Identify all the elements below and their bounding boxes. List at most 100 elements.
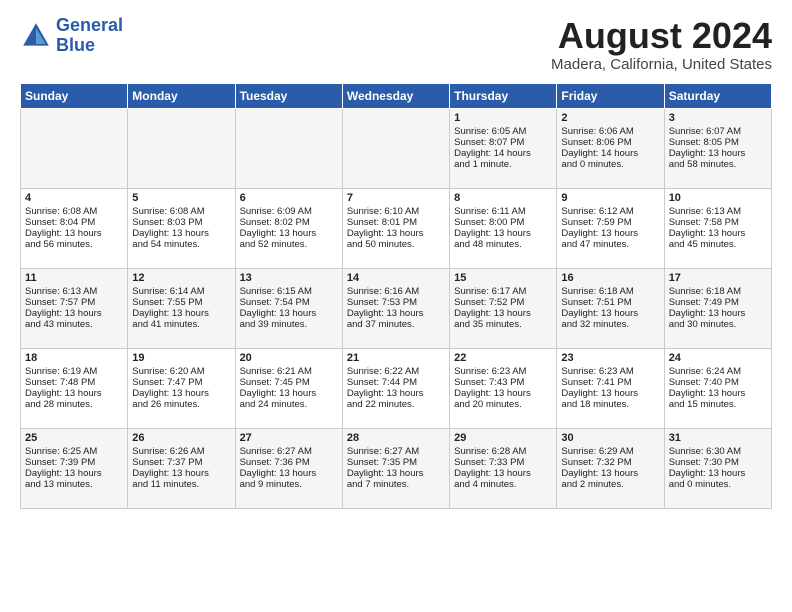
day-info: Sunset: 8:06 PM bbox=[561, 137, 659, 148]
day-info: Daylight: 13 hours bbox=[347, 388, 445, 399]
day-info: Sunrise: 6:26 AM bbox=[132, 446, 230, 457]
day-number: 15 bbox=[454, 272, 552, 284]
day-info: Daylight: 13 hours bbox=[669, 388, 767, 399]
day-info: Daylight: 13 hours bbox=[132, 468, 230, 479]
day-info: Sunset: 8:02 PM bbox=[240, 217, 338, 228]
day-cell: 24Sunrise: 6:24 AMSunset: 7:40 PMDayligh… bbox=[664, 348, 771, 428]
day-info: Sunset: 7:53 PM bbox=[347, 297, 445, 308]
day-info: Sunrise: 6:09 AM bbox=[240, 206, 338, 217]
day-cell: 6Sunrise: 6:09 AMSunset: 8:02 PMDaylight… bbox=[235, 188, 342, 268]
day-info: Sunset: 7:58 PM bbox=[669, 217, 767, 228]
day-cell: 2Sunrise: 6:06 AMSunset: 8:06 PMDaylight… bbox=[557, 108, 664, 188]
day-number: 2 bbox=[561, 112, 659, 124]
day-info: and 52 minutes. bbox=[240, 239, 338, 250]
day-cell: 7 Sunrise: 6:10 AMSunset: 8:01 PMDaylight… bbox=[342, 188, 449, 268]
day-number: 30 bbox=[561, 432, 659, 444]
day-info: Sunrise: 6:25 AM bbox=[25, 446, 123, 457]
day-info: and 39 minutes. bbox=[240, 319, 338, 330]
day-info: Sunrise: 6:08 AM bbox=[25, 206, 123, 217]
sub-title: Madera, California, United States bbox=[551, 56, 772, 73]
col-header-friday: Friday bbox=[557, 83, 664, 108]
day-info: Daylight: 13 hours bbox=[454, 468, 552, 479]
day-info: Sunrise: 6:06 AM bbox=[561, 126, 659, 137]
day-info: Sunset: 7:30 PM bbox=[669, 457, 767, 468]
day-info: Daylight: 13 hours bbox=[454, 308, 552, 319]
day-info: Sunset: 7:49 PM bbox=[669, 297, 767, 308]
day-info: Sunrise: 6:23 AM bbox=[561, 366, 659, 377]
day-info: Daylight: 13 hours bbox=[561, 388, 659, 399]
week-row-1: 4Sunrise: 6:08 AMSunset: 8:04 PMDaylight… bbox=[21, 188, 772, 268]
day-info: Daylight: 13 hours bbox=[25, 468, 123, 479]
day-info: Daylight: 13 hours bbox=[347, 228, 445, 239]
day-info: Daylight: 13 hours bbox=[669, 468, 767, 479]
logo-icon bbox=[20, 20, 52, 52]
day-info: Daylight: 13 hours bbox=[669, 308, 767, 319]
day-info: Sunrise: 6:20 AM bbox=[132, 366, 230, 377]
day-number: 7 bbox=[347, 192, 445, 204]
day-number: 1 bbox=[454, 112, 552, 124]
day-number: 3 bbox=[669, 112, 767, 124]
day-cell: 4 Sunrise: 6:08 AMSunset: 8:04 PMDaylight… bbox=[21, 188, 128, 268]
day-info: Sunrise: 6:12 AM bbox=[561, 206, 659, 217]
day-info: Sunrise: 6:10 AM bbox=[347, 206, 445, 217]
day-info: Daylight: 13 hours bbox=[240, 468, 338, 479]
day-cell: 31Sunrise: 6:30 AMSunset: 7:30 PMDayligh… bbox=[664, 428, 771, 508]
header: General Blue August 2024 Madera, Califor… bbox=[20, 16, 772, 73]
day-cell: 17Sunrise: 6:18 AMSunset: 7:49 PMDayligh… bbox=[664, 268, 771, 348]
day-info: and 41 minutes. bbox=[132, 319, 230, 330]
day-info: and 37 minutes. bbox=[347, 319, 445, 330]
day-cell: 16Sunrise: 6:18 AMSunset: 7:51 PMDayligh… bbox=[557, 268, 664, 348]
day-info: and 18 minutes. bbox=[561, 399, 659, 410]
day-info: Sunrise: 6:16 AM bbox=[347, 286, 445, 297]
day-cell: 23Sunrise: 6:23 AMSunset: 7:41 PMDayligh… bbox=[557, 348, 664, 428]
day-info: Sunrise: 6:11 AM bbox=[454, 206, 552, 217]
day-info: Sunset: 8:00 PM bbox=[454, 217, 552, 228]
day-cell: 14Sunrise: 6:16 AMSunset: 7:53 PMDayligh… bbox=[342, 268, 449, 348]
day-info: Daylight: 13 hours bbox=[669, 148, 767, 159]
day-number: 4 bbox=[25, 192, 123, 204]
day-info: and 4 minutes. bbox=[454, 479, 552, 490]
day-info: Sunrise: 6:29 AM bbox=[561, 446, 659, 457]
day-info: Sunset: 7:43 PM bbox=[454, 377, 552, 388]
title-block: August 2024 Madera, California, United S… bbox=[551, 16, 772, 73]
page: General Blue August 2024 Madera, Califor… bbox=[0, 0, 792, 519]
day-info: and 20 minutes. bbox=[454, 399, 552, 410]
day-number: 19 bbox=[132, 352, 230, 364]
day-info: Daylight: 13 hours bbox=[561, 228, 659, 239]
day-info: Sunset: 7:33 PM bbox=[454, 457, 552, 468]
day-cell: 15Sunrise: 6:17 AMSunset: 7:52 PMDayligh… bbox=[450, 268, 557, 348]
day-info: Daylight: 13 hours bbox=[454, 388, 552, 399]
day-number: 21 bbox=[347, 352, 445, 364]
day-info: and 24 minutes. bbox=[240, 399, 338, 410]
logo-line1: General bbox=[56, 16, 123, 36]
day-cell: 5Sunrise: 6:08 AMSunset: 8:03 PMDaylight… bbox=[128, 188, 235, 268]
day-info: Sunset: 7:55 PM bbox=[132, 297, 230, 308]
day-info: and 58 minutes. bbox=[669, 159, 767, 170]
day-info: and 11 minutes. bbox=[132, 479, 230, 490]
day-info: Sunset: 8:01 PM bbox=[347, 217, 445, 228]
day-info: Daylight: 13 hours bbox=[132, 388, 230, 399]
day-info: and 48 minutes. bbox=[454, 239, 552, 250]
day-info: Sunrise: 6:08 AM bbox=[132, 206, 230, 217]
day-number: 29 bbox=[454, 432, 552, 444]
day-info: Sunrise: 6:07 AM bbox=[669, 126, 767, 137]
day-info: Sunrise: 6:13 AM bbox=[669, 206, 767, 217]
day-info: Sunrise: 6:13 AM bbox=[25, 286, 123, 297]
day-info: Sunrise: 6:17 AM bbox=[454, 286, 552, 297]
day-info: Sunset: 7:39 PM bbox=[25, 457, 123, 468]
day-info: Sunset: 7:40 PM bbox=[669, 377, 767, 388]
day-info: Sunset: 7:32 PM bbox=[561, 457, 659, 468]
day-info: Sunset: 8:04 PM bbox=[25, 217, 123, 228]
col-header-saturday: Saturday bbox=[664, 83, 771, 108]
day-info: Sunset: 7:59 PM bbox=[561, 217, 659, 228]
day-number: 22 bbox=[454, 352, 552, 364]
day-info: Daylight: 13 hours bbox=[25, 228, 123, 239]
day-info: Sunrise: 6:30 AM bbox=[669, 446, 767, 457]
day-number: 27 bbox=[240, 432, 338, 444]
main-title: August 2024 bbox=[551, 16, 772, 56]
col-header-tuesday: Tuesday bbox=[235, 83, 342, 108]
week-row-0: 1Sunrise: 6:05 AMSunset: 8:07 PMDaylight… bbox=[21, 108, 772, 188]
col-header-wednesday: Wednesday bbox=[342, 83, 449, 108]
day-info: Daylight: 13 hours bbox=[347, 308, 445, 319]
day-cell: 20Sunrise: 6:21 AMSunset: 7:45 PMDayligh… bbox=[235, 348, 342, 428]
